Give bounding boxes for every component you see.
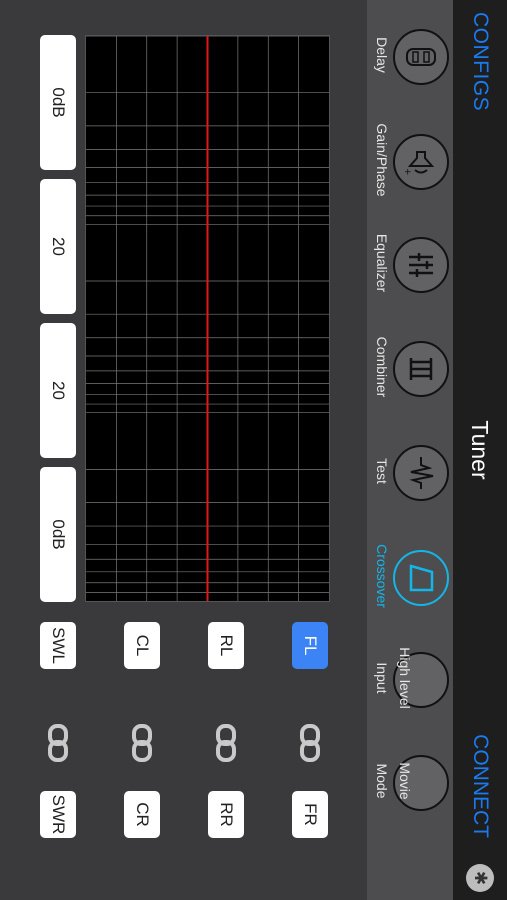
channel-cl[interactable]: CL [124, 622, 160, 669]
bluetooth-icon[interactable]: ✱ [466, 864, 494, 892]
link-icon[interactable] [211, 723, 241, 763]
value-button-1[interactable]: 0dB [40, 35, 76, 170]
tool-equalizer[interactable]: Equalizer [367, 210, 453, 320]
channel-swl[interactable]: SWL [40, 622, 76, 669]
channel-rr[interactable]: RR [208, 791, 244, 838]
channel-fl[interactable]: FL [292, 622, 328, 669]
tool-movie-mode[interactable]: Movie Mode [367, 728, 453, 838]
crossover-graph[interactable] [85, 35, 330, 602]
channel-fr[interactable]: FR [292, 791, 328, 838]
tool-combiner[interactable]: Combiner [367, 314, 453, 424]
link-icon[interactable] [127, 723, 157, 763]
tool-gain-phase[interactable]: + Gain/Phase [367, 107, 453, 217]
tool-test-label: Test [374, 458, 390, 484]
toolbar: Delay + Gain/Phase Equalizer Combiner Te… [367, 0, 453, 900]
crossover-graph-svg [86, 36, 329, 601]
tool-gain-phase-label: Gain/Phase [374, 123, 390, 197]
sliders-icon [393, 237, 449, 293]
tool-crossover[interactable]: Crossover [367, 523, 453, 633]
crossover-icon [393, 550, 449, 606]
link-icon[interactable] [43, 723, 73, 763]
tool-delay[interactable]: Delay [367, 2, 453, 112]
speaker-icon: + [393, 134, 449, 190]
channel-swr[interactable]: SWR [40, 791, 76, 838]
tool-high-level-label-2: Input [374, 662, 390, 694]
tool-delay-label: Delay [374, 37, 390, 73]
car-icon [393, 29, 449, 85]
value-button-4[interactable]: 0dB [40, 467, 76, 602]
tool-combiner-label: Combiner [374, 336, 390, 398]
tool-high-level-label-1: High level [397, 647, 413, 709]
landscape-stage: CONFIGS Tuner CONNECT ✱ Delay + Gain/Pha… [0, 0, 507, 900]
tool-high-level-input[interactable]: High level Input [367, 625, 453, 735]
value-button-2[interactable]: 20 [40, 179, 76, 314]
tool-movie-mode-label-1: Movie [397, 762, 413, 800]
svg-text:+: + [402, 168, 412, 176]
waveform-icon [393, 445, 449, 501]
connect-button[interactable]: CONNECT [453, 734, 507, 838]
tool-movie-mode-label-2: Mode [374, 763, 390, 799]
tool-crossover-label: Crossover [374, 544, 390, 608]
value-button-3[interactable]: 20 [40, 323, 76, 458]
combiner-icon [393, 341, 449, 397]
channel-cr[interactable]: CR [124, 791, 160, 838]
top-bar: CONFIGS Tuner CONNECT ✱ [453, 0, 507, 900]
tool-test[interactable]: Test [367, 418, 453, 528]
link-icon[interactable] [295, 723, 325, 763]
channel-rl[interactable]: RL [208, 622, 244, 669]
tool-equalizer-label: Equalizer [374, 233, 390, 293]
